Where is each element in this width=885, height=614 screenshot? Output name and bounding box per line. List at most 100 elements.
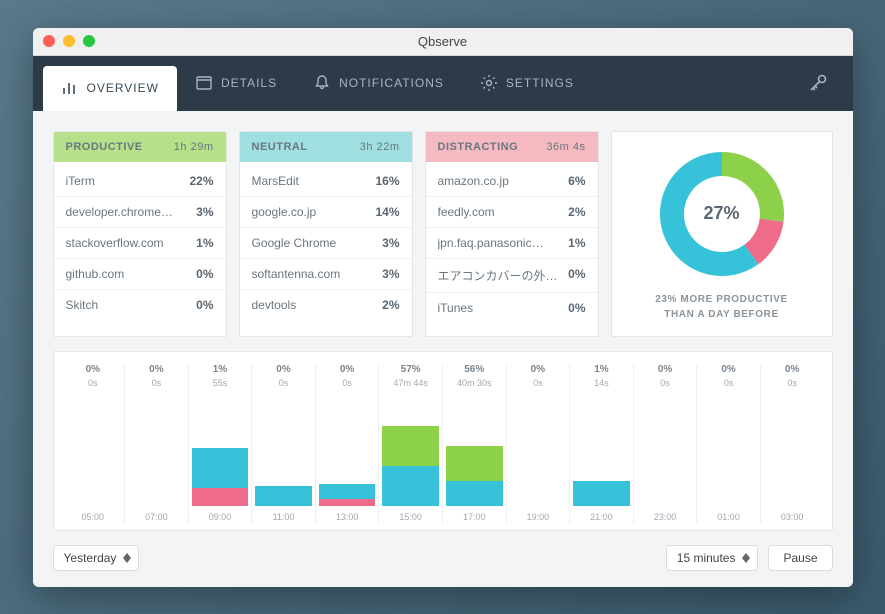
hour-column[interactable]: 57%47m 44s15:00	[379, 364, 443, 524]
range-select[interactable]: Yesterday	[53, 545, 140, 571]
hour-pct: 56%	[464, 364, 484, 375]
list-item[interactable]: jpn.faq.panasonic…1%	[426, 228, 598, 259]
hour-column[interactable]: 0%0s23:00	[634, 364, 698, 524]
item-pct: 3%	[382, 267, 399, 281]
hour-column[interactable]: 1% 55s 09:00	[189, 364, 253, 524]
list-item[interactable]: Google Chrome 3%	[240, 228, 412, 259]
hour-duration: 0s	[724, 378, 734, 388]
hour-duration: 0s	[660, 378, 670, 388]
item-name: Google Chrome	[252, 236, 375, 250]
hour-column[interactable]: 0%0s13:00	[316, 364, 380, 524]
hour-pct: 0%	[340, 364, 354, 375]
item-name: google.co.jp	[252, 205, 368, 219]
tab-overview[interactable]: OVERVIEW	[43, 66, 177, 111]
item-name: github.com	[66, 267, 189, 281]
hour-time: 01:00	[717, 512, 740, 522]
range-select-value: Yesterday	[64, 551, 117, 565]
item-pct: 22%	[189, 174, 213, 188]
list-item[interactable]: feedly.com2%	[426, 197, 598, 228]
tab-label: OVERVIEW	[87, 81, 159, 95]
category-label: PRODUCTIVE	[66, 141, 143, 153]
neutral-card: NEUTRAL 3h 22m MarsEdit16%google.co.jp14…	[239, 131, 413, 337]
list-item[interactable]: MarsEdit16%	[240, 166, 412, 197]
hour-column[interactable]: 1%14s21:00	[570, 364, 634, 524]
tab-label: SETTINGS	[506, 76, 574, 90]
calendar-icon	[195, 74, 213, 92]
hour-time: 11:00	[273, 512, 295, 522]
tabbar: OVERVIEW DETAILS NOTIFICATIONS SETTINGS	[33, 56, 853, 111]
productive-list: iTerm22%developer.chrome…3%stackoverflow…	[54, 162, 226, 324]
list-item[interactable]: Skitch0%	[54, 290, 226, 320]
hour-time: 03:00	[781, 512, 804, 522]
item-pct: 0%	[568, 267, 585, 284]
distracting-list: amazon.co.jp6%feedly.com2%jpn.faq.panaso…	[426, 162, 598, 327]
hour-column[interactable]: 0%0s03:00	[761, 364, 824, 524]
item-pct: 0%	[568, 301, 585, 315]
list-item[interactable]: softantenna.com 3%	[240, 259, 412, 290]
item-name: エアコンカバーの外…	[438, 267, 561, 284]
hour-pct: 0%	[785, 364, 799, 375]
item-pct: 3%	[382, 236, 399, 250]
productive-card: PRODUCTIVE 1h 29m iTerm22%developer.chro…	[53, 131, 227, 337]
gear-icon	[480, 74, 498, 92]
item-pct: 3%	[196, 205, 213, 219]
list-item[interactable]: iTunes 0%	[426, 293, 598, 323]
donut-card: 27% 23% MORE PRODUCTIVE THAN A DAY BEFOR…	[611, 131, 833, 337]
item-name: iTunes	[438, 301, 561, 315]
interval-select-value: 15 minutes	[677, 551, 736, 565]
hour-duration: 55s	[213, 378, 228, 388]
item-pct: 0%	[196, 267, 213, 281]
hour-time: 21:00	[590, 512, 613, 522]
hour-column[interactable]: 0%0s05:00	[62, 364, 126, 524]
list-item[interactable]: エアコンカバーの外… 0%	[426, 259, 598, 293]
item-pct: 2%	[568, 205, 585, 219]
interval-select[interactable]: 15 minutes	[666, 545, 759, 571]
hour-duration: 0s	[279, 378, 289, 388]
hour-pct: 0%	[531, 364, 545, 375]
hour-pct: 0%	[86, 364, 100, 375]
stepper-icon	[739, 546, 753, 570]
item-pct: 0%	[196, 298, 213, 312]
category-total: 3h 22m	[360, 141, 400, 153]
item-pct: 16%	[375, 174, 399, 188]
list-item[interactable]: stackoverflow.com 1%	[54, 228, 226, 259]
list-item[interactable]: amazon.co.jp6%	[426, 166, 598, 197]
item-pct: 1%	[196, 236, 213, 250]
hour-column[interactable]: 0%0s19:00	[507, 364, 571, 524]
list-item[interactable]: google.co.jp14%	[240, 197, 412, 228]
hour-pct: 0%	[658, 364, 672, 375]
item-name: softantenna.com	[252, 267, 375, 281]
hour-column[interactable]: 0%0s11:00	[252, 364, 316, 524]
hour-pct: 0%	[721, 364, 735, 375]
app-window: Qbserve OVERVIEW DETAILS NOTIFICATIONS S…	[33, 28, 853, 587]
hour-column[interactable]: 0% 0s 07:00	[125, 364, 189, 524]
bar-chart-icon	[61, 79, 79, 97]
category-label: NEUTRAL	[252, 141, 308, 153]
timeline-chart: 0%0s05:000%0s07:001%55s09:000%0s11:000%0…	[53, 351, 833, 531]
hour-time: 17:00	[463, 512, 486, 522]
hour-time: 09:00	[209, 512, 232, 522]
item-pct: 1%	[568, 236, 585, 250]
tab-details[interactable]: DETAILS	[177, 56, 295, 111]
list-item[interactable]: iTerm 22%	[54, 166, 226, 197]
license-key-button[interactable]	[797, 56, 839, 111]
hour-duration: 14s	[594, 378, 609, 388]
hour-time: 07:00	[145, 512, 168, 522]
tab-notifications[interactable]: NOTIFICATIONS	[295, 56, 462, 111]
list-item[interactable]: developer.chrome…3%	[54, 197, 226, 228]
hour-pct: 1%	[213, 364, 227, 375]
hour-duration: 0s	[533, 378, 543, 388]
item-pct: 6%	[568, 174, 585, 188]
hour-pct: 0%	[149, 364, 163, 375]
item-name: iTerm	[66, 174, 182, 188]
hour-column[interactable]: 56%40m 30s17:00	[443, 364, 507, 524]
pause-button[interactable]: Pause	[768, 545, 832, 571]
tab-settings[interactable]: SETTINGS	[462, 56, 592, 111]
item-name: stackoverflow.com	[66, 236, 189, 250]
list-item[interactable]: github.com 0%	[54, 259, 226, 290]
hour-duration: 0s	[152, 378, 162, 388]
hour-column[interactable]: 0% 0s 01:00	[697, 364, 761, 524]
hour-duration: 47m 44s	[393, 378, 428, 388]
list-item[interactable]: devtools2%	[240, 290, 412, 320]
donut-caption-line1: 23% MORE PRODUCTIVE	[655, 292, 788, 307]
